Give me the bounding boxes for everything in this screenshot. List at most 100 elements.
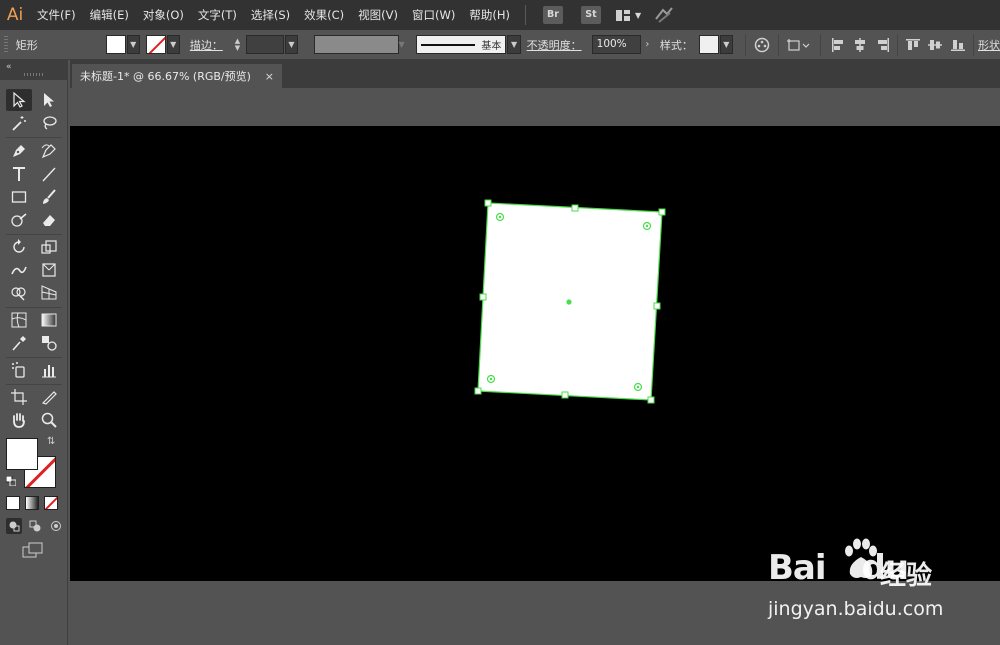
selection-handle[interactable]	[474, 387, 482, 395]
selection-handle[interactable]	[647, 396, 655, 404]
menu-file[interactable]: 文件(F)	[30, 0, 83, 30]
menu-edit[interactable]: 编辑(E)	[83, 0, 136, 30]
selection-handle[interactable]	[571, 204, 579, 212]
variable-width-profile[interactable]	[314, 35, 399, 54]
gpu-performance-icon[interactable]	[653, 5, 675, 25]
warp-tool[interactable]	[6, 259, 32, 281]
column-graph-tool[interactable]	[36, 359, 62, 381]
draw-normal-button[interactable]	[6, 518, 22, 534]
draw-behind-button[interactable]	[27, 518, 43, 534]
align-bottom-button[interactable]	[947, 34, 968, 56]
lasso-tool[interactable]	[36, 112, 62, 134]
menu-type[interactable]: 文字(T)	[191, 0, 244, 30]
brush-definition-value: 基本	[481, 41, 502, 52]
tool-divider	[6, 384, 62, 385]
scale-tool[interactable]	[36, 236, 62, 258]
stroke-swatch[interactable]	[145, 35, 166, 54]
eraser-tool[interactable]	[36, 209, 62, 231]
style-dropdown-button[interactable]: ▼	[719, 35, 733, 54]
pen-tool[interactable]	[6, 140, 32, 162]
align-middle-button[interactable]	[925, 34, 946, 56]
slice-tool[interactable]	[36, 386, 62, 408]
none-mode-button[interactable]	[44, 496, 58, 510]
brush-dropdown-button[interactable]: ▼	[507, 35, 521, 54]
zoom-tool[interactable]	[36, 409, 62, 431]
chevron-down-icon: ▼	[170, 40, 177, 49]
stroke-weight-input[interactable]	[245, 35, 284, 54]
shaper-tool[interactable]	[6, 209, 32, 231]
line-tool[interactable]	[36, 163, 62, 185]
direct-selection-tool[interactable]	[36, 89, 62, 111]
symbol-sprayer-tool[interactable]	[6, 359, 32, 381]
fill-dropdown-button[interactable]: ▼	[126, 35, 140, 54]
opacity-expand-button[interactable]: ›	[641, 35, 654, 54]
align-right-button[interactable]	[873, 34, 894, 56]
graphic-style-swatch[interactable]	[698, 35, 719, 54]
perspective-grid-tool[interactable]	[36, 282, 62, 304]
transform-reference-button[interactable]	[785, 34, 813, 56]
draw-inside-button[interactable]	[48, 518, 64, 534]
type-tool[interactable]	[6, 163, 32, 185]
zoom-icon	[41, 412, 57, 428]
curvature-tool[interactable]	[36, 140, 62, 162]
stroke-line-preview	[420, 43, 476, 46]
selection-handle[interactable]	[484, 199, 492, 207]
stroke-dropdown-button[interactable]: ▼	[166, 35, 180, 54]
opacity-label[interactable]: 不透明度：	[527, 37, 582, 53]
fill-swatch[interactable]	[105, 35, 126, 54]
screen-mode-icon[interactable]	[22, 542, 44, 558]
toolbox-grip[interactable]	[24, 73, 44, 76]
stock-button[interactable]: St	[580, 6, 601, 24]
shape-label[interactable]: 形状	[978, 37, 1000, 53]
menu-object[interactable]: 对象(O)	[136, 0, 191, 30]
bridge-button[interactable]: Br	[542, 6, 563, 24]
color-mode-button[interactable]	[6, 496, 20, 510]
stroke-weight-stepper[interactable]: ▲ ▼	[231, 35, 244, 54]
align-top-button[interactable]	[902, 34, 923, 56]
fill-color-box[interactable]	[6, 438, 38, 470]
magic-wand-tool[interactable]	[6, 112, 32, 134]
swap-fill-stroke-icon[interactable]: ⇅	[47, 436, 55, 447]
eyedropper-tool[interactable]	[6, 332, 32, 354]
control-divider	[973, 33, 974, 56]
selection-handle[interactable]	[658, 208, 666, 216]
menu-select[interactable]: 选择(S)	[244, 0, 297, 30]
opacity-input[interactable]: 100%	[591, 35, 641, 54]
mesh-tool[interactable]	[6, 309, 32, 331]
direct-selection-icon	[44, 93, 54, 107]
control-bar-grip[interactable]	[4, 35, 8, 54]
slice-icon	[41, 391, 57, 405]
selection-tool[interactable]	[6, 89, 32, 111]
hand-tool[interactable]	[6, 409, 32, 431]
free-transform-tool[interactable]	[36, 259, 62, 281]
align-center-button[interactable]	[850, 34, 871, 56]
menu-help[interactable]: 帮助(H)	[462, 0, 517, 30]
rotate-tool[interactable]	[6, 236, 32, 258]
workspace-switcher-button[interactable]: ▼	[615, 9, 641, 21]
menu-view[interactable]: 视图(V)	[351, 0, 405, 30]
selection-handle[interactable]	[561, 391, 569, 399]
toolbox-header[interactable]: «	[0, 60, 68, 80]
close-icon[interactable]: ×	[265, 70, 274, 83]
paintbrush-tool[interactable]	[36, 186, 62, 208]
default-colors-icon[interactable]	[6, 476, 16, 486]
artboard-tool[interactable]	[6, 386, 32, 408]
app-logo[interactable]: Ai	[0, 0, 30, 30]
menu-window[interactable]: 窗口(W)	[405, 0, 462, 30]
selection-handle[interactable]	[653, 302, 661, 310]
recolor-artwork-button[interactable]	[752, 34, 773, 56]
stroke-weight-label[interactable]: 描边：	[190, 37, 223, 53]
stroke-weight-dropdown[interactable]: ▼	[284, 35, 299, 54]
document-tab[interactable]: 未标题-1* @ 66.67% (RGB/预览) ×	[72, 64, 282, 88]
gradient-tool[interactable]	[36, 309, 62, 331]
rectangle-tool[interactable]	[6, 186, 32, 208]
selection-handle[interactable]	[479, 293, 487, 301]
blend-tool[interactable]	[36, 332, 62, 354]
collapse-icon[interactable]: «	[6, 62, 12, 72]
brush-definition-select[interactable]: 基本	[415, 35, 507, 54]
menu-effect[interactable]: 效果(C)	[297, 0, 351, 30]
align-left-button[interactable]	[827, 34, 848, 56]
gradient-mode-button[interactable]	[25, 496, 39, 510]
shape-builder-tool[interactable]	[6, 282, 32, 304]
artboard-icon	[11, 389, 27, 405]
